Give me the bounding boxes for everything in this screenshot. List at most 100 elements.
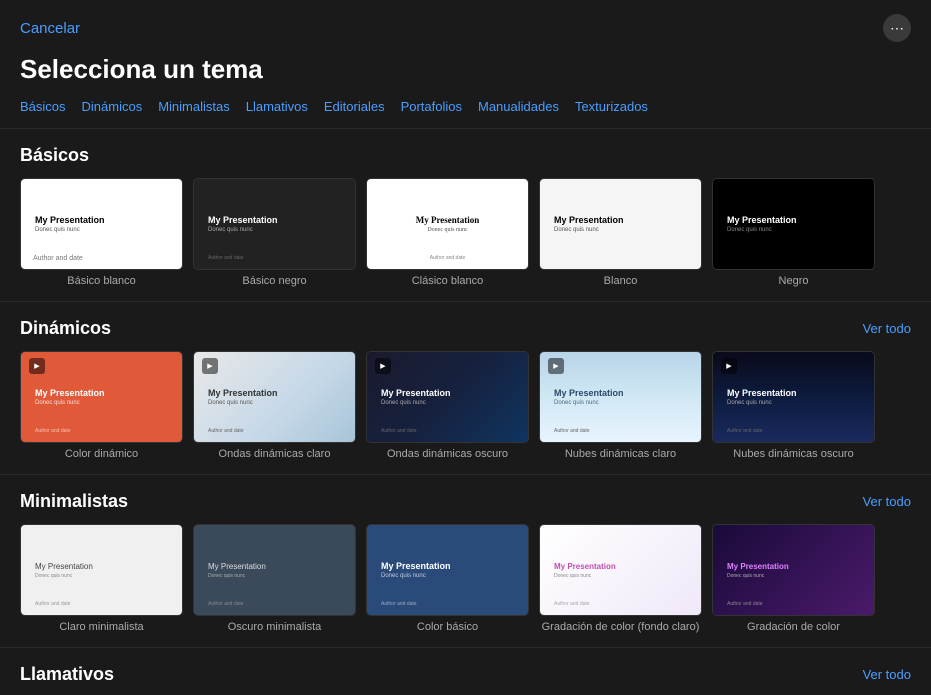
theme-basico-blanco[interactable]: My Presentation Donec quis nunc Author a… — [20, 178, 183, 287]
section-header-minimalistas: Minimalistas Ver todo — [20, 491, 911, 512]
theme-preview-gradacion-claro: My Presentation Donec quis nunc Author a… — [539, 524, 702, 616]
preview-title: My Presentation — [35, 388, 168, 398]
preview-title: My Presentation — [554, 562, 687, 571]
theme-gradacion-claro[interactable]: My Presentation Donec quis nunc Author a… — [539, 524, 702, 633]
play-icon — [29, 358, 45, 374]
tab-texturizados[interactable]: Texturizados — [575, 97, 658, 116]
theme-ondas-oscuro[interactable]: My Presentation Donec quis nunc Author a… — [366, 351, 529, 460]
preview-title: My Presentation — [554, 388, 687, 398]
ver-todo-llamativos[interactable]: Ver todo — [863, 667, 911, 682]
section-title-basicos: Básicos — [20, 145, 89, 166]
theme-preview-claro-min: My Presentation Donec quis nunc Author a… — [20, 524, 183, 616]
section-minimalistas: Minimalistas Ver todo My Presentation Do… — [0, 475, 931, 633]
theme-preview-oscuro-min: My Presentation Donec quis nunc Author a… — [193, 524, 356, 616]
preview-title: My Presentation — [381, 561, 514, 571]
theme-oscuro-minimalista[interactable]: My Presentation Donec quis nunc Author a… — [193, 524, 356, 633]
preview-author: Author and date — [727, 428, 763, 434]
more-icon: ⋯ — [890, 20, 904, 37]
section-header-dinamicos: Dinámicos Ver todo — [20, 318, 911, 339]
preview-title: My Presentation — [208, 215, 341, 225]
theme-label-basico-negro: Básico negro — [242, 275, 306, 287]
theme-negro[interactable]: My Presentation Donec quis nunc Negro — [712, 178, 875, 287]
theme-label-basico-blanco: Básico blanco — [67, 275, 136, 287]
ver-todo-dinamicos[interactable]: Ver todo — [863, 321, 911, 336]
preview-subtitle: Donec quis nunc — [381, 573, 514, 579]
theme-label-oscuro-min: Oscuro minimalista — [228, 621, 322, 633]
tab-portafolios[interactable]: Portafolios — [401, 97, 472, 116]
section-title-minimalistas: Minimalistas — [20, 491, 128, 512]
theme-preview-ondas-claro: My Presentation Donec quis nunc Author a… — [193, 351, 356, 443]
preview-title: My Presentation — [381, 388, 514, 398]
preview-subtitle: Donec quis nunc — [554, 400, 687, 406]
theme-claro-minimalista[interactable]: My Presentation Donec quis nunc Author a… — [20, 524, 183, 633]
page-title: Selecciona un tema — [0, 50, 931, 97]
preview-author: Author and date — [381, 428, 417, 434]
play-icon — [375, 358, 391, 374]
preview-subtitle: Donec quis nunc — [208, 400, 341, 406]
preview-author: Author and date — [33, 255, 83, 262]
themes-row-dinamicos: My Presentation Donec quis nunc Author a… — [20, 351, 911, 460]
preview-subtitle: Donec quis nunc — [35, 573, 168, 579]
themes-row-minimalistas: My Presentation Donec quis nunc Author a… — [20, 524, 911, 633]
section-title-llamativos: Llamativos — [20, 664, 114, 685]
preview-title: My Presentation — [208, 562, 341, 571]
play-icon — [202, 358, 218, 374]
tab-llamativos[interactable]: Llamativos — [246, 97, 318, 116]
cancel-button[interactable]: Cancelar — [20, 20, 80, 37]
tab-minimalistas[interactable]: Minimalistas — [158, 97, 240, 116]
theme-preview-gradacion: My Presentation Donec quis nunc Author a… — [712, 524, 875, 616]
theme-preview-basico-negro: My Presentation Donec quis nunc Author a… — [193, 178, 356, 270]
theme-label-color-basico: Color básico — [417, 621, 478, 633]
theme-nubes-oscuro[interactable]: My Presentation Donec quis nunc Author a… — [712, 351, 875, 460]
ver-todo-minimalistas[interactable]: Ver todo — [863, 494, 911, 509]
preview-author: Author and date — [727, 601, 763, 607]
theme-gradacion-color[interactable]: My Presentation Donec quis nunc Author a… — [712, 524, 875, 633]
tab-editoriales[interactable]: Editoriales — [324, 97, 395, 116]
theme-color-basico[interactable]: My Presentation Donec quis nunc Author a… — [366, 524, 529, 633]
more-options-button[interactable]: ⋯ — [883, 14, 911, 42]
preview-author: Author and date — [35, 601, 71, 607]
preview-title: My Presentation — [35, 562, 168, 571]
play-icon — [721, 358, 737, 374]
theme-preview-nubes-claro: My Presentation Donec quis nunc Author a… — [539, 351, 702, 443]
theme-basico-negro[interactable]: My Presentation Donec quis nunc Author a… — [193, 178, 356, 287]
theme-blanco[interactable]: My Presentation Donec quis nunc Blanco — [539, 178, 702, 287]
preview-author: Author and date — [554, 601, 590, 607]
theme-color-dinamico[interactable]: My Presentation Donec quis nunc Author a… — [20, 351, 183, 460]
content-area: Básicos My Presentation Donec quis nunc … — [0, 129, 931, 695]
theme-clasico-blanco[interactable]: My Presentation Donec quis nunc Author a… — [366, 178, 529, 287]
theme-preview-negro: My Presentation Donec quis nunc — [712, 178, 875, 270]
tab-manualidades[interactable]: Manualidades — [478, 97, 569, 116]
section-header-basicos: Básicos — [20, 145, 911, 166]
theme-preview-basico-blanco: My Presentation Donec quis nunc Author a… — [20, 178, 183, 270]
section-header-llamativos: Llamativos Ver todo — [20, 664, 911, 685]
theme-preview-color-basico: My Presentation Donec quis nunc Author a… — [366, 524, 529, 616]
section-title-dinamicos: Dinámicos — [20, 318, 111, 339]
theme-label-nubes-claro: Nubes dinámicas claro — [565, 448, 676, 460]
preview-title: My Presentation — [416, 215, 480, 225]
preview-title: My Presentation — [727, 388, 860, 398]
preview-title: My Presentation — [554, 215, 687, 225]
tab-dinamicos[interactable]: Dinámicos — [82, 97, 153, 116]
preview-title: My Presentation — [727, 215, 860, 225]
preview-author: Author and date — [430, 255, 466, 261]
theme-label-gradacion-claro: Gradación de color (fondo claro) — [542, 621, 700, 633]
section-dinamicos: Dinámicos Ver todo My Presentation Donec… — [0, 302, 931, 460]
preview-subtitle: Donec quis nunc — [554, 573, 687, 579]
preview-subtitle: Donec quis nunc — [208, 573, 341, 579]
preview-subtitle: Donec quis nunc — [35, 227, 168, 233]
theme-label-claro-min: Claro minimalista — [59, 621, 143, 633]
preview-title: My Presentation — [208, 388, 341, 398]
preview-author: Author and date — [208, 255, 244, 261]
play-icon — [548, 358, 564, 374]
preview-subtitle: Donec quis nunc — [554, 227, 687, 233]
theme-label-clasico-blanco: Clásico blanco — [412, 275, 484, 287]
theme-nubes-claro[interactable]: My Presentation Donec quis nunc Author a… — [539, 351, 702, 460]
theme-preview-blanco: My Presentation Donec quis nunc — [539, 178, 702, 270]
theme-preview-clasico-blanco: My Presentation Donec quis nunc Author a… — [366, 178, 529, 270]
theme-ondas-claro[interactable]: My Presentation Donec quis nunc Author a… — [193, 351, 356, 460]
tab-basicos[interactable]: Básicos — [20, 97, 76, 116]
theme-label-ondas-claro: Ondas dinámicas claro — [219, 448, 331, 460]
theme-preview-nubes-oscuro: My Presentation Donec quis nunc Author a… — [712, 351, 875, 443]
theme-label-nubes-oscuro: Nubes dinámicas oscuro — [733, 448, 853, 460]
